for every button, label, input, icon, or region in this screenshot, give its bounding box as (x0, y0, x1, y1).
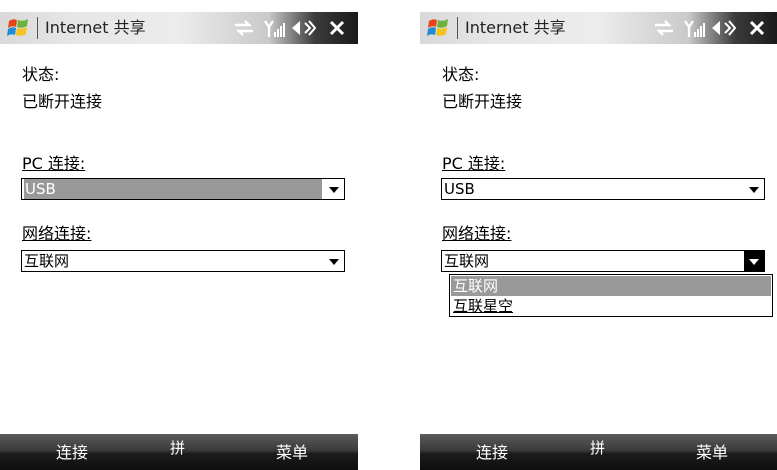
softkey-bar: 连接 拼 菜单 (0, 434, 358, 470)
windows-start-icon[interactable] (426, 17, 452, 39)
volume-icon[interactable] (710, 17, 736, 39)
dropdown-arrow-icon[interactable] (744, 179, 764, 199)
pc-connection-label: PC 连接: (442, 154, 506, 173)
status-value: 已断开连接 (22, 92, 103, 111)
network-connection-label: 网络连接: (442, 224, 512, 243)
dropdown-option-interstar[interactable]: 互联星空 (451, 296, 771, 316)
pc-connection-value: USB (444, 180, 475, 198)
softkey-bar: 连接 拼 菜单 (420, 434, 777, 470)
network-connection-select[interactable]: 互联网 (21, 250, 345, 272)
dropdown-arrow-icon[interactable] (324, 179, 344, 199)
dropdown-arrow-icon[interactable] (324, 251, 344, 271)
input-method-button[interactable]: 拼 (590, 438, 605, 458)
app-title: Internet 共享 (465, 18, 566, 37)
sync-icon[interactable] (232, 17, 256, 39)
title-separator (37, 17, 38, 39)
signal-icon[interactable] (264, 17, 286, 39)
app-title: Internet 共享 (45, 18, 146, 37)
sync-icon[interactable] (652, 17, 676, 39)
connect-softkey[interactable]: 连接 (476, 443, 508, 463)
close-icon[interactable] (326, 17, 348, 39)
network-connection-value: 互联网 (24, 252, 70, 270)
dropdown-option-internet[interactable]: 互联网 (451, 276, 771, 296)
volume-icon[interactable] (290, 17, 316, 39)
network-connection-value: 互联网 (444, 252, 490, 270)
title-bar: Internet 共享 (420, 12, 777, 44)
status-value: 已断开连接 (442, 92, 523, 111)
network-connection-select[interactable]: 互联网 (441, 250, 765, 272)
status-label: 状态: (442, 65, 480, 84)
pc-connection-value: USB (24, 179, 322, 199)
title-separator (457, 17, 458, 39)
network-dropdown-list: 互联网 互联星空 (449, 274, 773, 317)
dropdown-arrow-icon[interactable] (744, 251, 764, 271)
screen-right: Internet 共享 状态: 已断开连接 PC 连接: USB 网络连接: 互… (420, 0, 777, 470)
windows-start-icon[interactable] (6, 17, 32, 39)
status-label: 状态: (22, 65, 60, 84)
title-bar: Internet 共享 (0, 12, 358, 44)
screen-left: Internet 共享 状态: 已断开连接 PC 连接: USB 网络连接: 互… (0, 0, 358, 470)
close-icon[interactable] (746, 17, 768, 39)
menu-softkey[interactable]: 菜单 (276, 443, 308, 463)
pc-connection-label: PC 连接: (22, 154, 86, 173)
network-connection-label: 网络连接: (22, 224, 92, 243)
menu-softkey[interactable]: 菜单 (696, 443, 728, 463)
signal-icon[interactable] (684, 17, 706, 39)
pc-connection-select[interactable]: USB (21, 178, 345, 200)
connect-softkey[interactable]: 连接 (56, 443, 88, 463)
input-method-button[interactable]: 拼 (170, 438, 185, 458)
pc-connection-select[interactable]: USB (441, 178, 765, 200)
